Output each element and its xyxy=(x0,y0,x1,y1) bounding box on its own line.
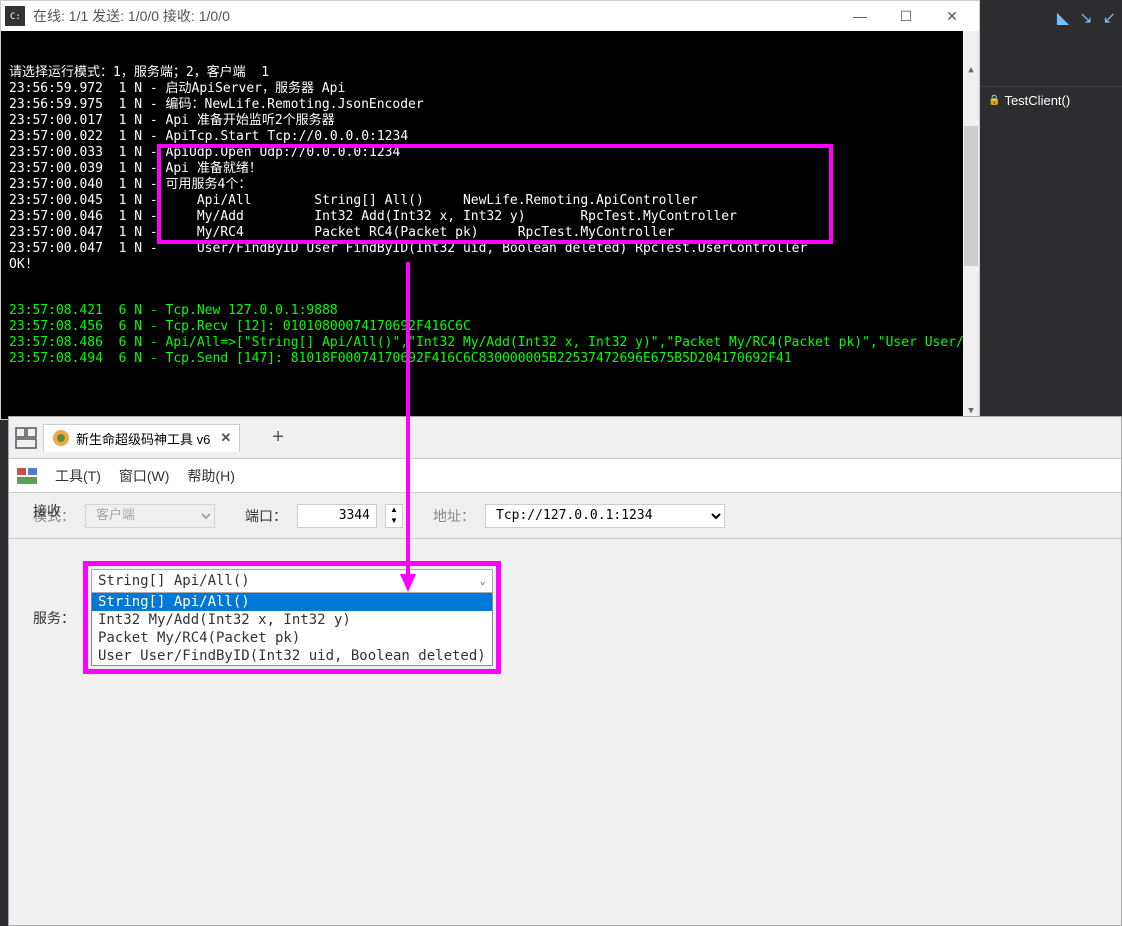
dropdown-list: String[] Api/All()Int32 My/Add(Int32 x, … xyxy=(91,593,493,666)
console-titlebar: C:\ 在线: 1/1 发送: 1/0/0 接收: 1/0/0 — ☐ ✕ xyxy=(1,1,979,31)
app-icon xyxy=(52,429,70,447)
service-selected: String[] Api/All() xyxy=(98,573,250,589)
close-button[interactable]: ✕ xyxy=(929,1,975,31)
port-spinner[interactable]: ▲▼ xyxy=(385,504,403,528)
window-grid-icon[interactable] xyxy=(15,427,37,449)
lock-icon: 🔒 xyxy=(988,95,1000,106)
mode-select[interactable]: 客户端 xyxy=(85,504,215,528)
highlight-box-1 xyxy=(157,144,833,244)
nav-back-icon[interactable]: ↘ xyxy=(1079,8,1092,28)
console-window: C:\ 在线: 1/1 发送: 1/0/0 接收: 1/0/0 — ☐ ✕ 请选… xyxy=(0,0,980,420)
svg-text:C:\: C:\ xyxy=(10,12,21,22)
tabbar: 新生命超级码神工具 v6 ✕ + xyxy=(9,417,1121,459)
menubar: 工具(T) 窗口(W) 帮助(H) xyxy=(9,459,1121,493)
ide-item[interactable]: 🔒TestClient() xyxy=(980,86,1122,114)
tab-close-icon[interactable]: ✕ xyxy=(220,430,231,446)
service-option[interactable]: String[] Api/All() xyxy=(92,593,492,611)
scrollbar[interactable]: ▲ ▼ xyxy=(963,31,979,419)
nav-forward-icon[interactable]: ↙ xyxy=(1103,8,1116,28)
menu-help[interactable]: 帮助(H) xyxy=(187,466,234,486)
menu-icon[interactable] xyxy=(17,466,37,486)
spin-up-icon[interactable]: ▲ xyxy=(386,505,402,516)
menu-window[interactable]: 窗口(W) xyxy=(119,466,170,486)
chevron-down-icon: ⌄ xyxy=(480,576,486,587)
scrollbar-thumb[interactable] xyxy=(964,126,978,266)
console-title: 在线: 1/1 发送: 1/0/0 接收: 1/0/0 xyxy=(33,6,837,26)
console-output: 请选择运行模式：1，服务端；2，客户端 123:56:59.972 1 N - … xyxy=(1,31,979,419)
port-label: 端口： xyxy=(245,506,287,526)
terminal-icon: C:\ xyxy=(5,6,25,26)
minimize-button[interactable]: — xyxy=(837,1,883,31)
scroll-up-icon[interactable]: ▲ xyxy=(963,61,979,78)
menu-tools[interactable]: 工具(T) xyxy=(55,466,101,486)
service-option[interactable]: User User/FindByID(Int32 uid, Boolean de… xyxy=(92,647,492,665)
addr-select[interactable]: Tcp://127.0.0.1:1234 xyxy=(485,504,725,528)
new-tab-button[interactable]: + xyxy=(262,424,294,451)
port-input[interactable] xyxy=(297,504,377,528)
service-input[interactable]: String[] Api/All() ⌄ xyxy=(91,569,493,593)
highlight-box-2: String[] Api/All() ⌄ String[] Api/All()I… xyxy=(83,561,501,674)
ide-panel: ◣ ↘ ↙ 🔒TestClient() xyxy=(980,0,1122,150)
service-option[interactable]: Int32 My/Add(Int32 x, Int32 y) xyxy=(92,611,492,629)
tab[interactable]: 新生命超级码神工具 v6 ✕ xyxy=(43,424,240,452)
addr-label: 地址： xyxy=(433,506,475,526)
maximize-button[interactable]: ☐ xyxy=(883,1,929,31)
client-window: 新生命超级码神工具 v6 ✕ + 工具(T) 窗口(W) 帮助(H) 模式： 客… xyxy=(8,416,1122,926)
service-label: 服务： xyxy=(33,608,75,628)
tab-title: 新生命超级码神工具 v6 xyxy=(76,429,210,448)
bookmark-icon[interactable]: ◣ xyxy=(1057,8,1069,28)
service-dropdown[interactable]: String[] Api/All() ⌄ String[] Api/All()I… xyxy=(91,569,493,666)
spin-down-icon[interactable]: ▼ xyxy=(386,516,402,527)
service-option[interactable]: Packet My/RC4(Packet pk) xyxy=(92,629,492,647)
